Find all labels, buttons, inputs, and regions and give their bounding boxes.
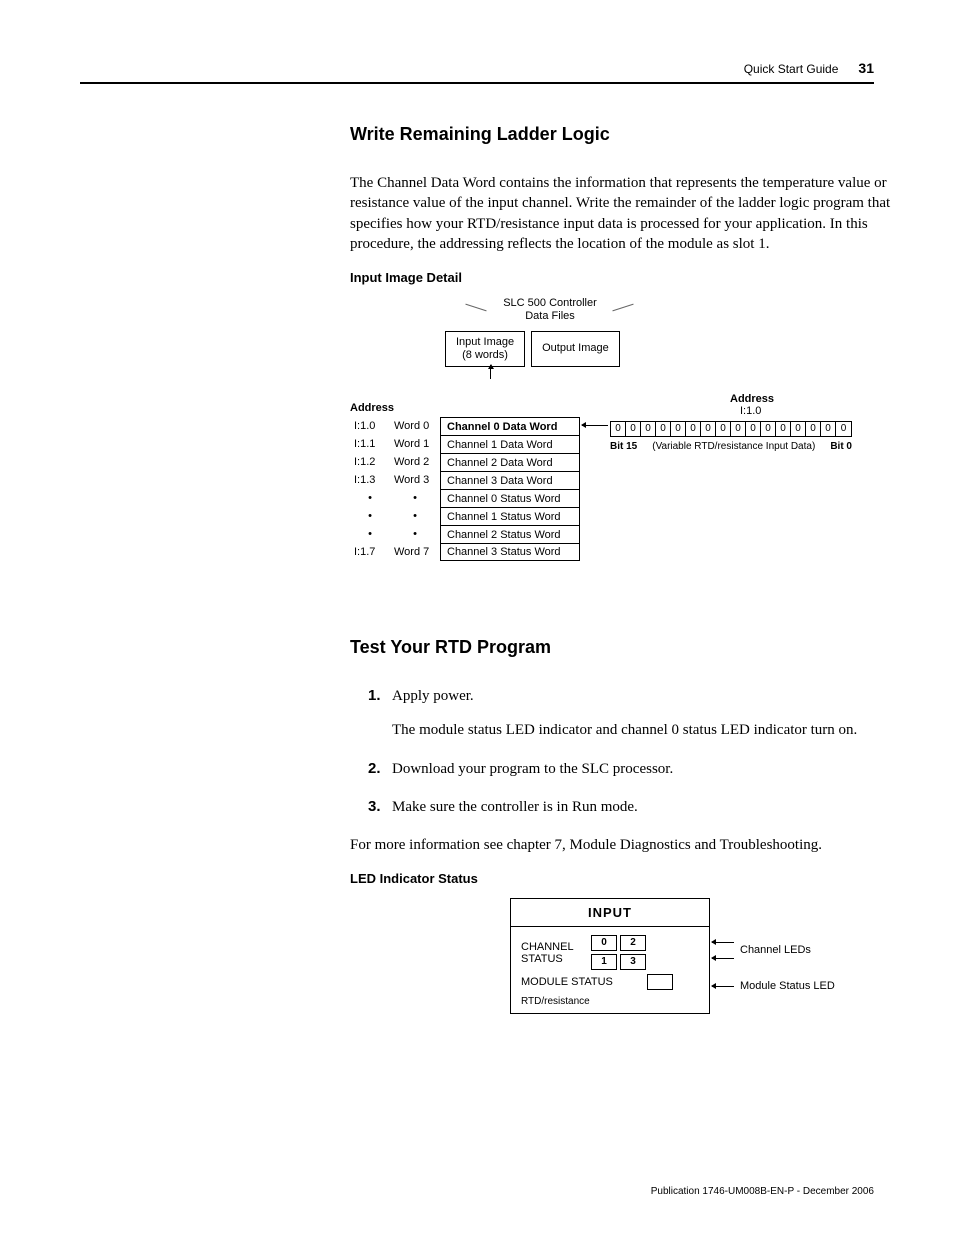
word-cell: Word 1 [390, 435, 440, 453]
desc-cell: Channel 0 Status Word [440, 489, 580, 507]
bit-cell: 0 [836, 422, 851, 436]
address-label-right: Address [730, 393, 852, 405]
addr-cell: I:1.3 [350, 471, 390, 489]
callout-arrow-icon [712, 958, 734, 959]
bit-cell: 0 [626, 422, 641, 436]
slc-title: SLC 500 Controller [503, 297, 597, 309]
address-value-right: I:1.0 [740, 405, 852, 417]
slc-controller-label: SLC 500 Controller Data Files [480, 297, 620, 323]
bit-cell: 0 [641, 422, 656, 436]
variable-data-label: (Variable RTD/resistance Input Data) [652, 441, 815, 452]
bit-cell: 0 [761, 422, 776, 436]
callout-arrow-icon [712, 986, 734, 987]
channel-status-row: CHANNEL STATUS 0 2 1 3 [521, 935, 699, 970]
section-heading-1: Write Remaining Ladder Logic [350, 124, 910, 145]
channel-leds-callout: Channel LEDs [740, 944, 811, 956]
bit-row: 0000000000000000 [610, 421, 852, 437]
page-header: Quick Start Guide 31 [80, 60, 874, 76]
word-cell: Word 3 [390, 471, 440, 489]
step-subtext: The module status LED indicator and chan… [392, 720, 910, 740]
led-inner: CHANNEL STATUS 0 2 1 3 MODULE STATUS RTD… [511, 926, 709, 1013]
follow-paragraph: For more information see chapter 7, Modu… [350, 835, 910, 855]
desc-cell: Channel 2 Status Word [440, 525, 580, 543]
header-rule [80, 82, 874, 84]
arrow-up-icon [490, 365, 491, 379]
publication-footer: Publication 1746-UM008B-EN-P - December … [651, 1186, 874, 1197]
addr-cell: I:1.1 [350, 435, 390, 453]
rtd-resistance-label: RTD/resistance [521, 996, 699, 1007]
section-heading-2: Test Your RTD Program [350, 637, 910, 658]
addr-cell: • [350, 507, 390, 525]
module-status-label: MODULE STATUS [521, 976, 631, 988]
channel-led-2: 2 [620, 935, 646, 951]
input-image-box: Input Image (8 words) [445, 331, 525, 367]
step-item: Apply power.The module status LED indica… [368, 686, 910, 741]
channel-led-3: 3 [620, 954, 646, 970]
bit-cell: 0 [716, 422, 731, 436]
module-status-led [647, 974, 673, 990]
addr-cell: I:1.2 [350, 453, 390, 471]
word-cell: • [390, 489, 440, 507]
word-cell: Word 2 [390, 453, 440, 471]
bit-cell: 0 [776, 422, 791, 436]
word-cell: • [390, 507, 440, 525]
word-table: I:1.0Word 0Channel 0 Data WordI:1.1Word … [350, 417, 580, 561]
desc-cell: Channel 1 Status Word [440, 507, 580, 525]
step-item: Make sure the controller is in Run mode. [368, 797, 910, 817]
addr-cell: I:1.7 [350, 543, 390, 561]
bit-cell: 0 [731, 422, 746, 436]
callout-arrow-icon [712, 942, 734, 943]
input-image-l2: (8 words) [462, 349, 508, 361]
addr-cell: I:1.0 [350, 417, 390, 435]
module-status-row: MODULE STATUS [521, 974, 699, 990]
bit-cell: 0 [686, 422, 701, 436]
steps-list: Apply power.The module status LED indica… [368, 686, 910, 817]
input-image-diagram: SLC 500 Controller Data Files Input Imag… [350, 297, 910, 597]
addr-cell: • [350, 525, 390, 543]
bit-cell: 0 [746, 422, 761, 436]
desc-cell: Channel 2 Data Word [440, 453, 580, 471]
desc-cell: Channel 1 Data Word [440, 435, 580, 453]
word-cell: • [390, 525, 440, 543]
led-subhead: LED Indicator Status [350, 871, 910, 886]
input-image-l1: Input Image [456, 336, 514, 348]
bit-cell: 0 [611, 422, 626, 436]
bit-cell: 0 [821, 422, 836, 436]
bit-15-label: Bit 15 [610, 441, 637, 452]
step-item: Download your program to the SLC process… [368, 759, 910, 779]
header-title: Quick Start Guide [744, 62, 839, 76]
channel-led-grid: 0 2 1 3 [591, 935, 646, 970]
bit-cell: 0 [671, 422, 686, 436]
led-diagram: INPUT CHANNEL STATUS 0 2 1 3 MODULE STAT… [510, 898, 910, 1068]
diagram-1-subhead: Input Image Detail [350, 270, 910, 285]
channel-status-label: CHANNEL STATUS [521, 941, 591, 965]
led-panel: INPUT CHANNEL STATUS 0 2 1 3 MODULE STAT… [510, 898, 710, 1014]
output-image-box: Output Image [531, 331, 620, 367]
bit-cell: 0 [656, 422, 671, 436]
word-cell: Word 7 [390, 543, 440, 561]
content-column: Write Remaining Ladder Logic The Channel… [350, 124, 910, 1068]
bit-detail-block: Address I:1.0 0000000000000000 Bit 15 (V… [610, 393, 852, 452]
page-number: 31 [858, 60, 874, 76]
bit-labels: Bit 15 (Variable RTD/resistance Input Da… [610, 441, 852, 452]
section-1-paragraph: The Channel Data Word contains the infor… [350, 173, 910, 254]
channel-led-0: 0 [591, 935, 617, 951]
led-panel-title: INPUT [511, 905, 709, 922]
channel-led-1: 1 [591, 954, 617, 970]
bit-cell: 0 [701, 422, 716, 436]
bit-0-label: Bit 0 [830, 441, 852, 452]
address-label-left: Address [350, 402, 394, 414]
addr-cell: • [350, 489, 390, 507]
desc-cell: Channel 3 Data Word [440, 471, 580, 489]
slc-subtitle: Data Files [525, 310, 575, 322]
bit-cell: 0 [806, 422, 821, 436]
desc-cell: Channel 0 Data Word [440, 417, 580, 435]
bit-cell: 0 [791, 422, 806, 436]
word-cell: Word 0 [390, 417, 440, 435]
arrow-left-icon [582, 425, 608, 426]
desc-cell: Channel 3 Status Word [440, 543, 580, 561]
image-boxes: Input Image (8 words) Output Image [445, 331, 620, 367]
module-status-callout: Module Status LED [740, 980, 835, 992]
